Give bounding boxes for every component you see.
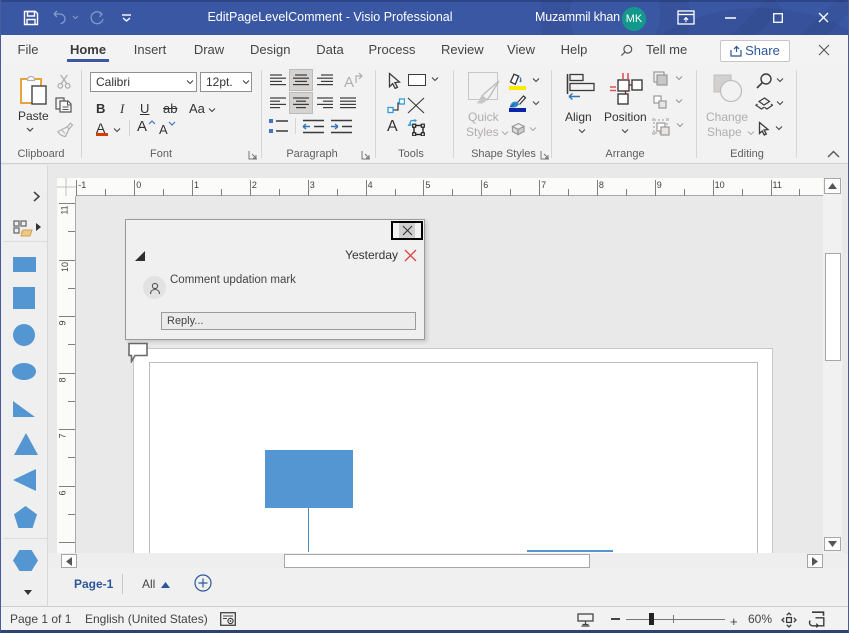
- svg-text:A: A: [344, 74, 354, 91]
